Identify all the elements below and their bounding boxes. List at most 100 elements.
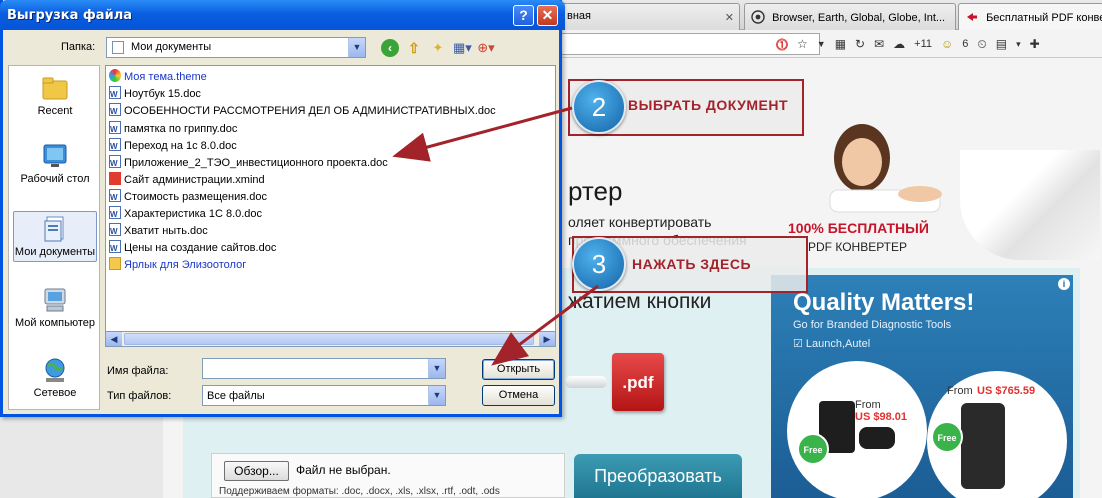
history-icon[interactable]: ⏲ (977, 37, 986, 52)
filetype-select[interactable]: Все файлы ▼ (202, 385, 446, 406)
convert-button[interactable]: Преобразовать (574, 454, 742, 498)
page-curl-decoration (960, 150, 1100, 260)
smiley-icon[interactable]: ☺ (941, 37, 953, 51)
place-recent[interactable]: Recent (13, 74, 97, 117)
places-bar: Recent Рабочий стол Мои документы Мой ко… (8, 65, 100, 410)
free-converter-sublabel: PDF КОНВЕРТЕР (808, 240, 907, 254)
browser-toolbar: ⓵ ☆ ▼ ▦ ↻ ✉ ☁ +11 ☺ 6 ⏲ ▤ ▾ ✚ (776, 34, 1040, 54)
free-converter-label: 100% БЕСПЛАТНЫЙ (788, 220, 929, 236)
scroll-right-icon[interactable]: ▶ (539, 332, 555, 346)
cloud-icon[interactable]: ☁ (893, 37, 905, 51)
file-name: Цены на создание сайтов.doc (124, 242, 277, 254)
ad-product-left[interactable] (787, 361, 927, 498)
place-label: Recent (37, 105, 73, 117)
dialog-titlebar[interactable]: Выгрузка файла ? ✕ (0, 0, 565, 30)
browser-tab-active[interactable]: Бесплатный PDF конвер (958, 3, 1102, 30)
ad-subtitle: Go for Branded Diagnostic Tools (793, 319, 952, 331)
step3-number-badge: 3 (572, 237, 626, 291)
place-my-computer[interactable]: Мой компьютер (13, 286, 97, 329)
hero-description-line1: оляет конвертировать (568, 214, 712, 230)
list-item[interactable]: памятка по гриппу.doc (109, 120, 237, 139)
list-item[interactable]: ОСОБЕННОСТИ РАССМОТРЕНИЯ ДЕЛ ОБ АДМИНИСТ… (109, 102, 496, 121)
up-folder-icon[interactable]: ⇧ (405, 39, 423, 57)
ad-title: Quality Matters! (793, 289, 975, 316)
list-item[interactable]: Стоимость размещения.doc (109, 188, 267, 207)
word-doc-icon (109, 138, 121, 156)
place-network[interactable]: Сетевое (13, 356, 97, 399)
ad-from-label: From (947, 385, 973, 397)
list-item[interactable]: Ярлык для Элизоотолог (109, 256, 246, 274)
word-doc-icon (109, 189, 121, 207)
cancel-button[interactable]: Отмена (482, 385, 555, 406)
hero-title: ртер (568, 176, 623, 206)
list-item[interactable]: Характеристика 1С 8.0.doc (109, 205, 263, 224)
ad-brand: ☑ Launch,Autel (793, 338, 871, 350)
ad-info-icon[interactable]: i (1058, 278, 1070, 290)
more-icon[interactable]: ✚ (1030, 37, 1040, 51)
file-name: Хватит ныть.doc (124, 225, 208, 237)
mail-icon[interactable]: ✉ (874, 37, 884, 51)
ad-price-right: US $765.59 (977, 385, 1036, 397)
warning-icon[interactable]: ⓵ (776, 36, 788, 53)
word-doc-icon (109, 223, 121, 241)
bookmark-icon[interactable]: ▤ (996, 37, 1007, 51)
star-icon[interactable]: ☆ (797, 37, 808, 51)
list-item[interactable]: Цены на создание сайтов.doc (109, 239, 277, 258)
pdf-favicon-icon (965, 10, 979, 24)
download-count: 6 (962, 38, 969, 50)
place-label: Сетевое (33, 387, 77, 399)
close-button[interactable]: ✕ (537, 5, 558, 26)
file-list[interactable]: Моя тема.theme Ноутбук 15.doc ОСОБЕННОСТ… (105, 65, 556, 347)
file-name: Характеристика 1С 8.0.doc (124, 208, 263, 220)
view-menu-icon[interactable]: ▦▾ (453, 39, 472, 57)
list-item[interactable]: Сайт администрации.xmind (109, 171, 265, 189)
horizontal-scrollbar[interactable]: ◀ ▶ (105, 331, 556, 347)
ad-price-left: US $98.01 (855, 411, 907, 423)
new-folder-icon[interactable]: ✦ (429, 39, 447, 57)
obd-connector-image (859, 427, 895, 449)
free-shipping-badge: Free (797, 433, 829, 465)
desktop-icon (43, 144, 67, 167)
place-desktop[interactable]: Рабочий стол (13, 142, 97, 185)
back-icon[interactable]: ‹ (381, 39, 399, 57)
close-icon[interactable]: ✕ (725, 11, 734, 24)
browse-button[interactable]: Обзор... (224, 461, 289, 481)
promo-girl-image (829, 124, 942, 213)
folder-select[interactable]: Мои документы ▼ (106, 37, 366, 58)
scanner-device-image (961, 403, 1005, 489)
dropdown-icon[interactable]: ▼ (817, 39, 826, 49)
open-button[interactable]: Открыть (482, 359, 555, 380)
list-item[interactable]: Переход на 1с 8.0.doc (109, 137, 237, 156)
menu-icon[interactable]: ▾ (1016, 39, 1021, 50)
list-item[interactable]: Ноутбук 15.doc (109, 85, 201, 104)
filename-input[interactable]: ▼ (202, 358, 446, 379)
browser-tab[interactable]: Browser, Earth, Global, Globe, Int... (744, 3, 956, 30)
word-doc-icon (109, 240, 121, 258)
extensions-icon[interactable]: ▦ (835, 37, 846, 51)
badge-count: +11 (914, 38, 933, 50)
computer-icon (44, 288, 66, 312)
chevron-down-icon[interactable]: ▼ (428, 386, 445, 405)
scroll-left-icon[interactable]: ◀ (106, 332, 122, 346)
file-name: Переход на 1с 8.0.doc (124, 140, 237, 152)
word-doc-icon (109, 155, 121, 173)
word-doc-icon (109, 121, 121, 139)
reload-icon[interactable]: ↻ (855, 37, 865, 51)
chevron-down-icon[interactable]: ▼ (428, 359, 445, 378)
step3-text: НАЖАТЬ ЗДЕСЬ (632, 256, 752, 272)
file-upload-dialog: Выгрузка файла ? ✕ Папка: Мои документы … (0, 0, 565, 417)
scrollbar-thumb[interactable] (124, 333, 534, 345)
dialog-title: Выгрузка файла (7, 8, 132, 23)
file-name: Сайт администрации.xmind (124, 174, 265, 186)
list-item[interactable]: Хватит ныть.doc (109, 222, 208, 241)
list-item[interactable]: Моя тема.theme (109, 68, 207, 86)
list-item[interactable]: Приложение_2_ТЭО_инвестиционного проекта… (109, 154, 388, 173)
chevron-down-icon[interactable]: ▼ (348, 38, 365, 57)
theme-icon (109, 69, 121, 82)
tools-icon[interactable]: ⊕▾ (477, 39, 495, 57)
place-my-documents[interactable]: Мои документы (13, 211, 97, 262)
advertisement[interactable]: i Quality Matters! Go for Branded Diagno… (771, 275, 1073, 498)
browser-tab[interactable]: вная ✕ (560, 3, 740, 30)
filename-label: Имя файла: (107, 365, 169, 377)
help-button[interactable]: ? (513, 5, 534, 26)
